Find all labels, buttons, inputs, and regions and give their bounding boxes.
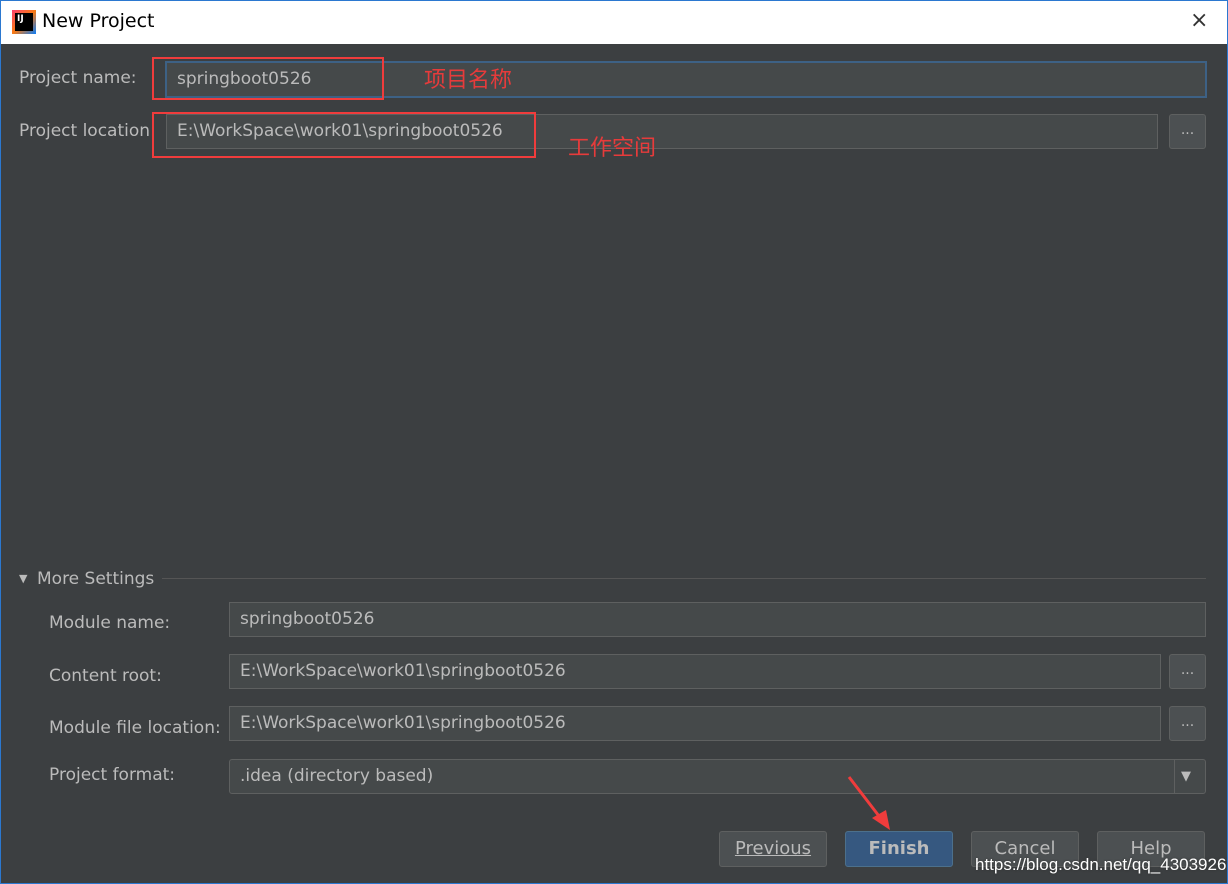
module-name-input[interactable]: springboot0526 <box>229 602 1206 637</box>
more-settings-toggle[interactable]: More Settings <box>37 569 154 589</box>
content-root-label: Content root: <box>49 666 162 686</box>
annotation-name-note: 项目名称 <box>424 68 513 93</box>
module-name-label: Module name: <box>49 613 171 633</box>
project-format-label: Project format: <box>49 765 176 785</box>
annotation-box-location <box>152 112 536 158</box>
watermark: https://blog.csdn.net/qq_43039260 <box>975 855 1228 874</box>
divider <box>162 578 1206 579</box>
module-file-location-browse-button[interactable]: ... <box>1169 706 1206 741</box>
content-root-input[interactable]: E:\WorkSpace\work01\springboot0526 <box>229 654 1161 689</box>
project-location-browse-button[interactable]: ... <box>1169 114 1206 149</box>
dropdown-arrow-icon[interactable]: ▼ <box>1181 769 1191 784</box>
project-format-select[interactable]: .idea (directory based) <box>229 759 1206 794</box>
triangle-down-icon[interactable]: ▼ <box>19 572 27 585</box>
intellij-logo-icon: IJ <box>12 10 36 34</box>
annotation-box-name <box>152 57 384 100</box>
project-location-label: Project location: <box>19 121 156 141</box>
close-icon[interactable]: × <box>1190 8 1208 33</box>
previous-label: Previous <box>734 838 812 859</box>
window-frame <box>0 44 1228 884</box>
window-title: New Project <box>42 10 155 32</box>
module-file-location-label: Module file location: <box>49 718 221 738</box>
combo-separator <box>1174 760 1175 793</box>
annotation-location-note: 工作空间 <box>568 136 657 161</box>
title-bar <box>0 0 1228 44</box>
project-format-value: .idea (directory based) <box>240 766 434 786</box>
finish-button[interactable]: Finish <box>845 831 953 867</box>
previous-button[interactable]: Previous <box>719 831 827 867</box>
annotation-arrow-icon <box>847 776 890 830</box>
module-file-location-input[interactable]: E:\WorkSpace\work01\springboot0526 <box>229 706 1161 741</box>
project-name-label: Project name: <box>19 68 137 88</box>
content-root-browse-button[interactable]: ... <box>1169 654 1206 689</box>
finish-label: Finish <box>868 838 930 859</box>
